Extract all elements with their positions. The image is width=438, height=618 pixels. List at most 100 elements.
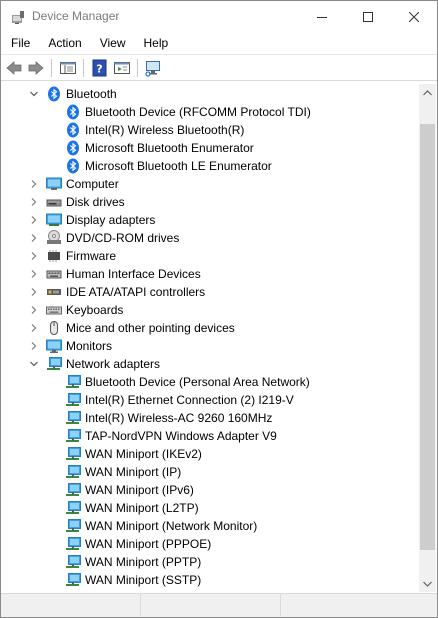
- forward-arrow-icon: [28, 61, 44, 75]
- network-adapter-icon: [66, 465, 81, 478]
- network-adapter-icon: [66, 447, 81, 460]
- tree-leaf-label: Intel(R) Wireless-AC 9260 160MHz: [85, 411, 273, 425]
- tree-node-mice[interactable]: Mice and other pointing devices: [2, 319, 419, 337]
- status-pane: [1, 594, 141, 616]
- tree-leaf-label: TAP-NordVPN Windows Adapter V9: [85, 429, 277, 443]
- tree-leaf-label: Bluetooth Device (RFCOMM Protocol TDI): [85, 105, 311, 119]
- toolbar: ?: [1, 54, 437, 81]
- tree-leaf-device[interactable]: Microsoft Bluetooth Enumerator: [2, 139, 419, 157]
- chevron-right-icon[interactable]: [29, 179, 39, 189]
- device-manager-window: Device Manager File Action View Help ? B…: [0, 0, 438, 618]
- tree-leaf-device[interactable]: Intel(R) Wireless-AC 9260 160MHz: [2, 409, 419, 427]
- network-adapter-icon: [66, 429, 81, 442]
- close-icon: [409, 11, 419, 22]
- status-pane: [281, 594, 435, 616]
- network-adapter-icon: [66, 501, 81, 514]
- tree-leaf-device[interactable]: Intel(R) Ethernet Connection (2) I219-V: [2, 391, 419, 409]
- tree-leaf-label: WAN Miniport (L2TP): [85, 501, 199, 515]
- chevron-right-icon[interactable]: [29, 287, 39, 297]
- show-hide-console-tree-button[interactable]: [59, 59, 77, 77]
- tree-node-label: Display adapters: [66, 213, 156, 227]
- tree-leaf-device[interactable]: Intel(R) Wireless Bluetooth(R): [2, 121, 419, 139]
- computer-icon: [46, 177, 62, 190]
- tree-leaf-device[interactable]: WAN Miniport (Network Monitor): [2, 517, 419, 535]
- svg-text:?: ?: [96, 63, 102, 76]
- scroll-up-arrow-icon: [423, 89, 432, 95]
- menu-file[interactable]: File: [1, 32, 38, 54]
- minimize-button[interactable]: [299, 1, 345, 32]
- chevron-right-icon[interactable]: [29, 269, 39, 279]
- tree-node-label: Disk drives: [66, 195, 125, 209]
- maximize-button[interactable]: [345, 1, 391, 32]
- mouse-icon: [50, 321, 58, 335]
- tree-node-dvd-cdrom-drives[interactable]: DVD/CD-ROM drives: [2, 229, 419, 247]
- tree-leaf-device[interactable]: Bluetooth Device (RFCOMM Protocol TDI): [2, 103, 419, 121]
- chevron-down-icon[interactable]: [29, 359, 39, 369]
- title-bar[interactable]: Device Manager: [1, 1, 437, 32]
- scroll-thumb[interactable]: [420, 124, 435, 550]
- toolbar-separator: [51, 59, 52, 77]
- help-button[interactable]: ?: [91, 59, 109, 77]
- tree-leaf-device[interactable]: WAN Miniport (L2TP): [2, 499, 419, 517]
- ide-controller-icon: [47, 289, 61, 295]
- properties-button[interactable]: [113, 59, 131, 77]
- chevron-right-icon[interactable]: [29, 233, 39, 243]
- tree-leaf-label: Microsoft Bluetooth LE Enumerator: [85, 159, 272, 173]
- tree-node-monitors[interactable]: Monitors: [2, 337, 419, 355]
- chevron-right-icon[interactable]: [29, 341, 39, 351]
- tree-leaf-device[interactable]: WAN Miniport (PPPOE): [2, 535, 419, 553]
- tree-node-disk-drives[interactable]: Disk drives: [2, 193, 419, 211]
- tree-leaf-device[interactable]: Microsoft Bluetooth LE Enumerator: [2, 157, 419, 175]
- monitor-icon: [46, 339, 62, 353]
- scan-hardware-button[interactable]: [144, 59, 162, 77]
- chevron-right-icon[interactable]: [29, 323, 39, 333]
- scroll-down-button[interactable]: [419, 575, 436, 592]
- tree-leaf-device[interactable]: WAN Miniport (IPv6): [2, 481, 419, 499]
- back-button[interactable]: [5, 59, 23, 77]
- chevron-right-icon[interactable]: [29, 251, 39, 261]
- tree-leaf-device[interactable]: Bluetooth Device (Personal Area Network): [2, 373, 419, 391]
- network-adapter-icon: [66, 483, 81, 496]
- tree-node-ide-ata-atapi-controllers[interactable]: IDE ATA/ATAPI controllers: [2, 283, 419, 301]
- network-adapter-icon: [66, 411, 81, 424]
- tree-node-label: DVD/CD-ROM drives: [66, 231, 180, 245]
- tree-leaf-device[interactable]: WAN Miniport (SSTP): [2, 571, 419, 589]
- tree-node-human-interface-devices[interactable]: Human Interface Devices: [2, 265, 419, 283]
- vertical-scrollbar[interactable]: [419, 84, 436, 592]
- tree-leaf-label: WAN Miniport (Network Monitor): [85, 519, 258, 533]
- bluetooth-icon: [67, 158, 79, 174]
- bluetooth-icon: [48, 86, 60, 102]
- tree-node-network-adapters[interactable]: Network adapters: [2, 355, 419, 373]
- chevron-right-icon[interactable]: [29, 305, 39, 315]
- tree-leaf-device[interactable]: WAN Miniport (IP): [2, 463, 419, 481]
- tree-leaf-label: Intel(R) Wireless Bluetooth(R): [85, 123, 245, 137]
- display-adapter-icon: [46, 213, 62, 226]
- device-tree[interactable]: Bluetooth Bluetooth Device (RFCOMM Proto…: [2, 84, 419, 592]
- forward-button[interactable]: [27, 59, 45, 77]
- chevron-down-icon[interactable]: [29, 89, 39, 99]
- scroll-up-button[interactable]: [419, 84, 436, 101]
- close-button[interactable]: [391, 1, 437, 32]
- tree-node-bluetooth[interactable]: Bluetooth: [2, 85, 419, 103]
- menu-help[interactable]: Help: [134, 32, 177, 54]
- tree-node-label: Monitors: [66, 339, 113, 353]
- network-adapter-icon: [66, 375, 81, 388]
- tree-leaf-device[interactable]: WAN Miniport (PPTP): [2, 553, 419, 571]
- network-adapter-icon: [66, 519, 81, 532]
- tree-node-firmware[interactable]: Firmware: [2, 247, 419, 265]
- tree-node-keyboards[interactable]: Keyboards: [2, 301, 419, 319]
- chevron-right-icon[interactable]: [29, 197, 39, 207]
- tree-node-computer[interactable]: Computer: [2, 175, 419, 193]
- tree-leaf-label: WAN Miniport (PPTP): [85, 555, 202, 569]
- menu-action[interactable]: Action: [38, 32, 89, 54]
- tree-leaf-label: Bluetooth Device (Personal Area Network): [85, 375, 310, 389]
- bluetooth-icon: [67, 140, 79, 156]
- tree-leaf-label: WAN Miniport (IKEv2): [85, 447, 202, 461]
- menu-view[interactable]: View: [90, 32, 134, 54]
- tree-leaf-device[interactable]: WAN Miniport (IKEv2): [2, 445, 419, 463]
- tree-node-display-adapters[interactable]: Display adapters: [2, 211, 419, 229]
- tree-leaf-label: WAN Miniport (PPPOE): [85, 537, 212, 551]
- chevron-right-icon[interactable]: [29, 215, 39, 225]
- tree-leaf-label: WAN Miniport (SSTP): [85, 573, 202, 587]
- tree-leaf-device[interactable]: TAP-NordVPN Windows Adapter V9: [2, 427, 419, 445]
